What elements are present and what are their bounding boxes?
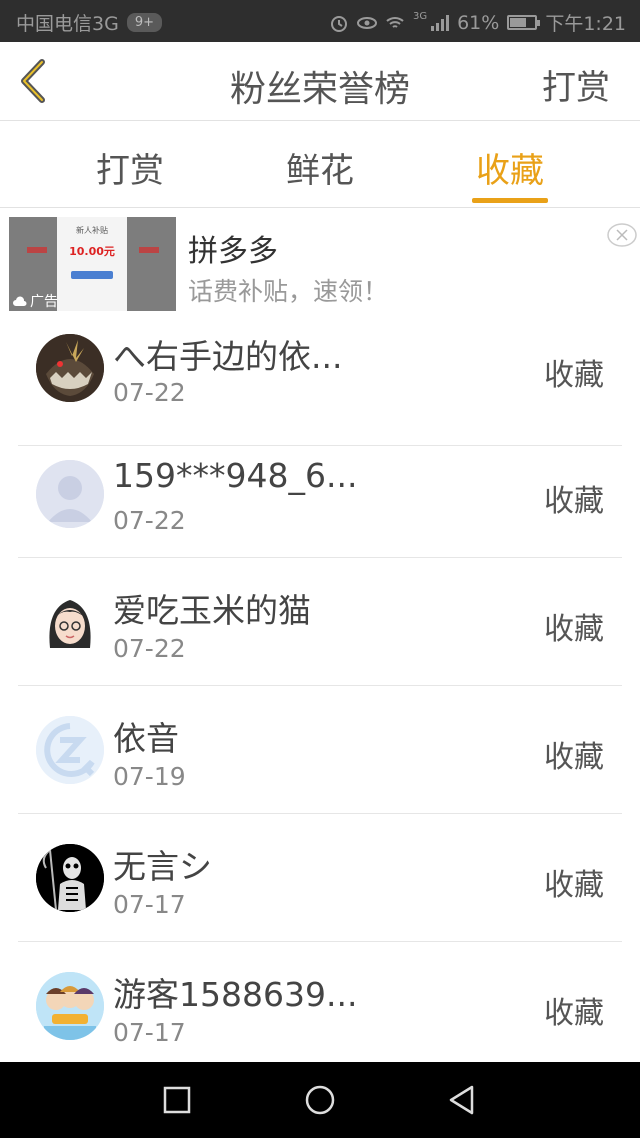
avatar [36, 844, 104, 912]
fan-date: 07-19 [113, 762, 186, 791]
close-icon[interactable] [604, 222, 638, 248]
clock: 下午1:21 [545, 13, 626, 35]
header-bar: 粉丝荣誉榜 打赏 [0, 42, 640, 121]
fan-date: 07-22 [113, 634, 186, 663]
ad-label: 广告 [9, 291, 61, 311]
avatar [36, 716, 104, 784]
carrier-label: 中国电信3G [16, 13, 119, 35]
avatar [36, 334, 104, 402]
back-icon[interactable] [444, 1082, 480, 1118]
ad-banner[interactable]: 新人补贴 10.00元 广告 拼多多 话费补贴，速领！ [0, 208, 640, 318]
fan-action: 收藏 [544, 484, 604, 519]
cloud-icon [13, 296, 27, 306]
fan-action: 收藏 [544, 358, 604, 393]
fan-action: 收藏 [544, 612, 604, 647]
list-item[interactable]: 依音 07-19 收藏 [0, 686, 640, 814]
list-item[interactable]: 无言シ 07-17 收藏 [0, 814, 640, 942]
ad-thumbnail-price: 10.00元 [69, 245, 115, 258]
fan-date: 07-22 [113, 378, 186, 407]
battery-icon [507, 15, 541, 30]
fan-name: 爱吃玉米的猫 [113, 591, 311, 630]
list-item[interactable]: 游客1588639... 07-17 收藏 [0, 942, 640, 1070]
recent-apps-icon[interactable] [159, 1082, 195, 1118]
fan-action: 收藏 [544, 996, 604, 1031]
avatar [36, 972, 104, 1040]
fan-name: 依音 [113, 719, 179, 758]
tab-favorites[interactable]: 收藏 [450, 143, 570, 192]
fan-name: 游客1588639... [113, 975, 358, 1014]
fan-date: 07-17 [113, 890, 186, 919]
home-icon[interactable] [302, 1082, 338, 1118]
signal-icon [431, 14, 450, 31]
tab-reward[interactable]: 打赏 [70, 143, 190, 192]
tab-flowers[interactable]: 鲜花 [260, 143, 380, 192]
fan-action: 收藏 [544, 868, 604, 903]
list-item[interactable]: へ右手边的依... 07-22 收藏 [0, 318, 640, 446]
fan-name: へ右手边的依... [113, 337, 343, 376]
network-type-label: 3G [412, 11, 428, 22]
fan-name: 159***948_6... [113, 456, 358, 495]
active-tab-indicator [472, 198, 548, 203]
reward-button[interactable]: 打赏 [542, 60, 610, 109]
notification-badge: 9+ [126, 13, 162, 32]
fan-date: 07-17 [113, 1018, 186, 1047]
avatar [36, 588, 104, 656]
wifi-icon [386, 16, 404, 28]
battery-percent: 61% [457, 11, 500, 34]
list-item[interactable]: 爱吃玉米的猫 07-22 收藏 [0, 558, 640, 686]
ad-thumbnail: 新人补贴 10.00元 广告 [9, 217, 176, 311]
fan-name: 无言シ [113, 847, 212, 886]
alarm-icon [330, 15, 347, 32]
fan-action: 收藏 [544, 740, 604, 775]
fan-date: 07-22 [113, 506, 186, 535]
avatar [36, 460, 104, 528]
ad-title: 拼多多 [188, 234, 278, 269]
eye-icon [356, 16, 377, 29]
system-navigation-bar [0, 1062, 640, 1138]
status-bar: 中国电信3G 9+ 3G 61% 下午1:21 [0, 0, 640, 42]
tab-bar: 打赏 鲜花 收藏 [0, 121, 640, 208]
ad-description: 话费补贴，速领！ [188, 277, 389, 306]
list-item[interactable]: 159***948_6... 07-22 收藏 [0, 430, 640, 558]
